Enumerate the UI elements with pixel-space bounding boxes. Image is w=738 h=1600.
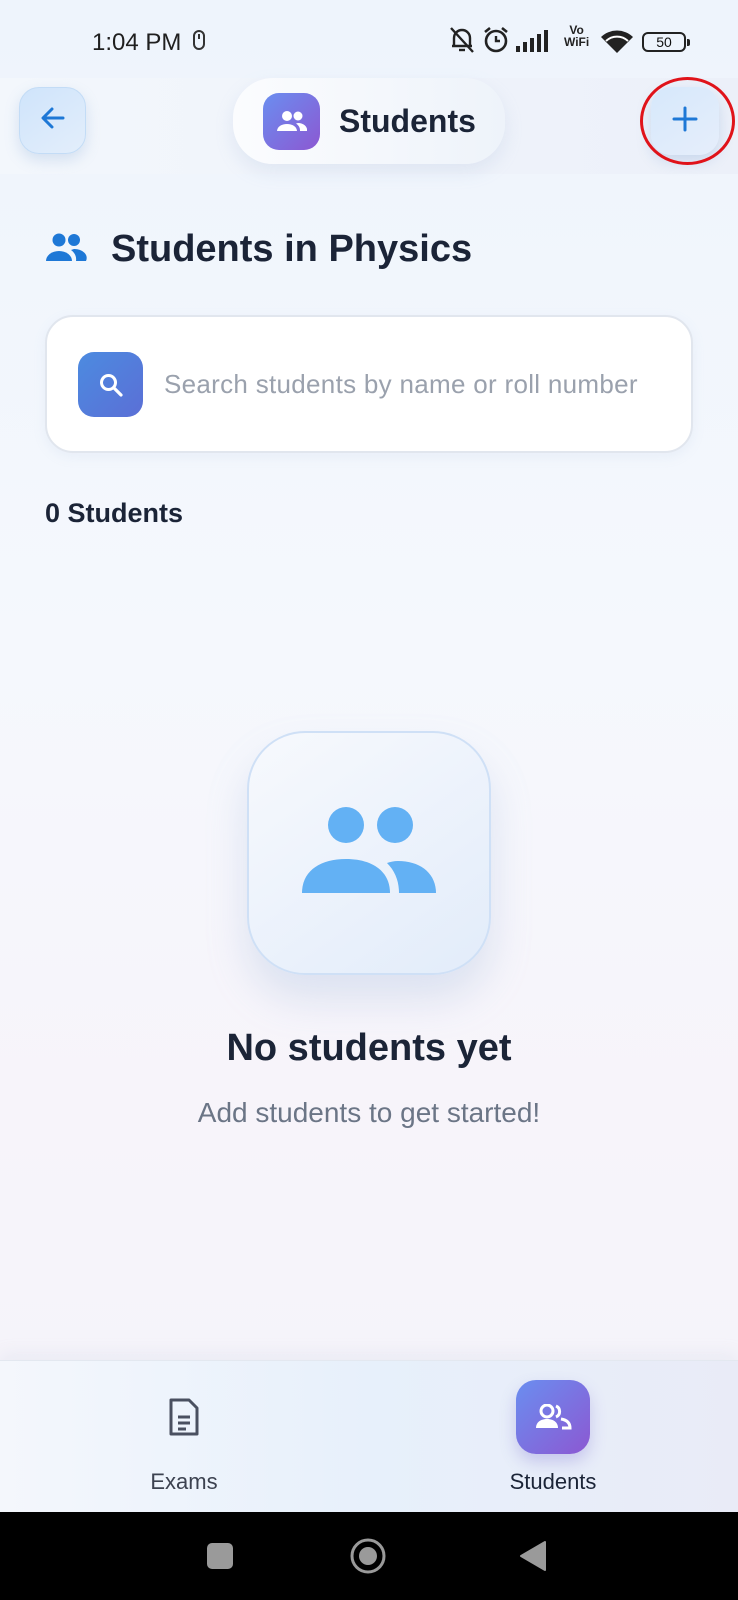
section-title: Students in Physics xyxy=(111,227,473,270)
people-icon xyxy=(300,805,438,902)
system-navigation-bar xyxy=(0,1512,738,1600)
document-icon xyxy=(147,1380,221,1454)
page-title: Students xyxy=(339,102,476,139)
usb-icon xyxy=(192,30,206,50)
status-bar: 1:04 PM Vo WiFi 50 xyxy=(0,0,738,78)
empty-state-subtitle: Add students to get started! xyxy=(197,1097,541,1128)
top-app-bar: Students xyxy=(0,78,738,174)
signal-icon xyxy=(516,30,550,52)
vowifi-label: Vo WiFi xyxy=(564,24,589,48)
vowifi-bottom: WiFi xyxy=(564,35,590,49)
back-button[interactable] xyxy=(19,87,86,154)
people-icon xyxy=(263,92,320,150)
home-circle-icon[interactable] xyxy=(338,1512,398,1600)
battery-level: 50 xyxy=(656,34,672,50)
page-title-pill: Students xyxy=(233,78,505,164)
nav-item-students[interactable]: Students xyxy=(433,1361,673,1513)
annotation-highlight-circle xyxy=(640,77,735,165)
wifi-icon xyxy=(600,28,634,54)
recents-square-icon[interactable] xyxy=(190,1512,250,1600)
nav-label-exams: Exams xyxy=(150,1469,218,1494)
status-time: 1:04 PM xyxy=(92,29,182,56)
battery-icon: 50 xyxy=(642,32,690,52)
bell-off-icon xyxy=(449,26,475,54)
nav-label-students: Students xyxy=(509,1469,597,1494)
search-input[interactable] xyxy=(164,361,664,407)
empty-state-title: No students yet xyxy=(226,1027,512,1069)
people-icon xyxy=(516,1380,590,1454)
arrow-left-icon xyxy=(38,103,68,138)
search-icon xyxy=(78,352,143,417)
section-heading: Students in Physics xyxy=(45,222,472,276)
people-icon xyxy=(45,232,87,267)
empty-state-illustration xyxy=(247,731,491,975)
student-count: 0 Students xyxy=(45,498,184,528)
alarm-icon xyxy=(482,26,510,54)
nav-item-exams[interactable]: Exams xyxy=(64,1361,304,1513)
search-card xyxy=(45,315,693,453)
back-triangle-icon[interactable] xyxy=(503,1512,563,1600)
bottom-navigation: Exams Students xyxy=(0,1360,738,1512)
